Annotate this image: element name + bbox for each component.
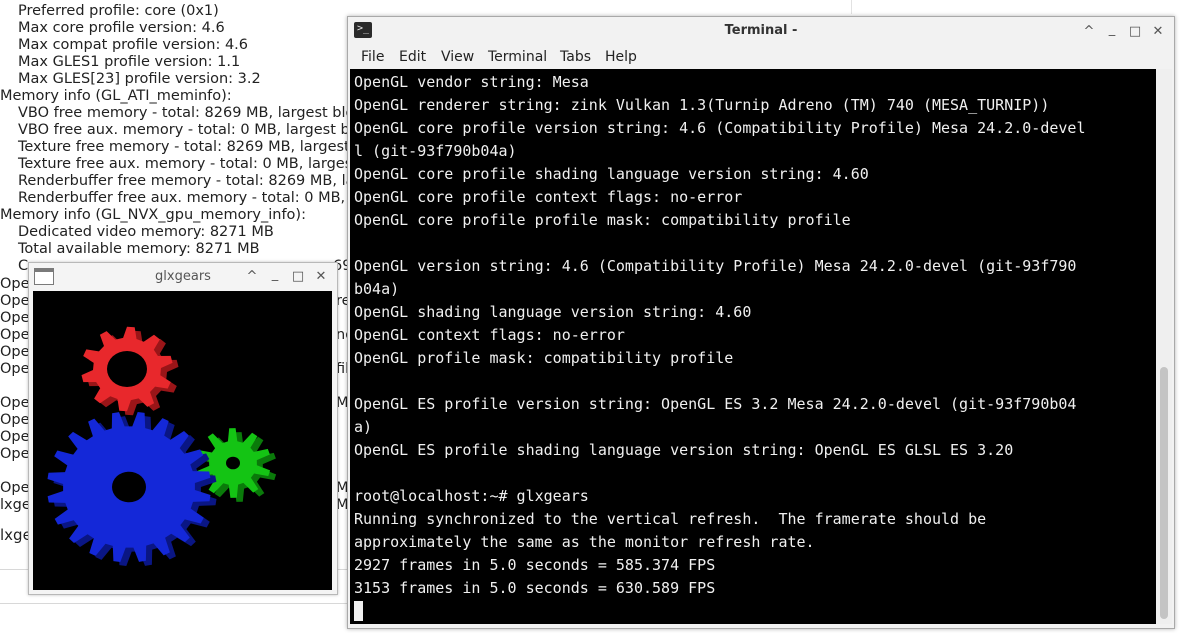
info-fragment: Ope — [0, 310, 30, 326]
info-fragment: Ope — [0, 361, 30, 377]
glxgears-titlebar[interactable]: glxgears ^ _ □ ✕ — [29, 263, 337, 291]
info-fragment: Ope — [0, 446, 30, 462]
terminal-line: l (git-93f790b04a) — [354, 142, 517, 160]
info-line: Renderbuffer free memory - total: 8269 M… — [18, 173, 351, 189]
gear-hole — [107, 351, 147, 387]
info-fragment: Ope — [0, 412, 30, 428]
info-line: Texture free memory - total: 8269 MB, la… — [18, 139, 351, 155]
terminal-line: OpenGL profile mask: compatibility profi… — [354, 349, 734, 367]
close-button[interactable]: ✕ — [1151, 25, 1165, 39]
scrollbar-thumb[interactable] — [1160, 367, 1168, 619]
info-line: VBO free memory - total: 8269 MB, larges… — [18, 105, 351, 121]
green-gear — [195, 428, 277, 502]
terminal-window[interactable]: >_ Terminal - ^ _ □ ✕ File Edit View Ter… — [347, 16, 1175, 629]
info-fragment: Ope — [0, 344, 30, 360]
info-fragment: Ope — [0, 327, 30, 343]
terminal-line: OpenGL core profile profile mask: compat… — [354, 211, 851, 229]
terminal-line: approximately the same as the monitor re… — [354, 533, 815, 551]
info-line: Dedicated video memory: 8271 MB — [18, 224, 274, 240]
terminal-line: 2927 frames in 5.0 seconds = 585.374 FPS — [354, 556, 716, 574]
terminal-line: OpenGL shading language version string: … — [354, 303, 752, 321]
gear-hole — [226, 456, 240, 470]
info-line: Max compat profile version: 4.6 — [18, 37, 249, 53]
info-line: Max GLES[23] profile version: 3.2 — [18, 71, 261, 87]
info-fragment: lxge — [0, 497, 31, 513]
menu-file[interactable]: File — [361, 49, 384, 65]
text-cursor — [354, 601, 363, 621]
info-line: Texture free aux. memory - total: 0 MB, … — [18, 156, 351, 172]
terminal-line: OpenGL core profile version string: 4.6 … — [354, 119, 1086, 137]
menubar: File Edit View Terminal Tabs Help — [348, 45, 1174, 69]
maximize-button[interactable]: □ — [291, 270, 305, 284]
window-title: Terminal - — [724, 23, 798, 38]
terminal-line: OpenGL ES profile shading language versi… — [354, 441, 1014, 459]
terminal-screen[interactable]: OpenGL vendor string: Mesa OpenGL rendere… — [350, 69, 1156, 624]
menu-help[interactable]: Help — [605, 49, 637, 65]
terminal-titlebar[interactable]: >_ Terminal - ^ _ □ ✕ — [348, 17, 1174, 45]
terminal-line: 3153 frames in 5.0 seconds = 630.589 FPS — [354, 579, 716, 597]
info-line: Max core profile version: 4.6 — [18, 20, 225, 36]
info-line: Max GLES1 profile version: 1.1 — [18, 54, 241, 70]
info-fragment: C — [18, 258, 29, 274]
maximize-button[interactable]: □ — [1128, 25, 1142, 39]
blue-gear — [47, 412, 217, 566]
terminal-line: a) — [354, 418, 373, 436]
menu-edit[interactable]: Edit — [399, 49, 426, 65]
terminal-line: OpenGL core profile shading language ver… — [354, 165, 869, 183]
terminal-line: OpenGL context flags: no-error — [354, 326, 625, 344]
gear-hole — [112, 471, 146, 503]
terminal-line: OpenGL core profile context flags: no-er… — [354, 188, 743, 206]
info-fragment: Ope — [0, 480, 30, 496]
gears-canvas — [33, 291, 332, 590]
info-fragment: Ope — [0, 395, 30, 411]
menu-terminal[interactable]: Terminal — [488, 49, 547, 65]
top-divider — [851, 0, 852, 14]
divider — [0, 603, 351, 604]
terminal-line: root@localhost:~# glxgears — [354, 487, 589, 505]
info-line: VBO free aux. memory - total: 0 MB, larg… — [18, 122, 351, 138]
info-line: Preferred profile: core (0x1) — [18, 3, 219, 19]
info-fragment: Ope — [0, 429, 30, 445]
shade-button[interactable]: ^ — [245, 270, 259, 284]
terminal-line: OpenGL vendor string: Mesa — [354, 73, 589, 91]
red-gear — [81, 326, 179, 416]
terminal-line: Running synchronized to the vertical ref… — [354, 510, 987, 528]
shade-button[interactable]: ^ — [1082, 25, 1096, 39]
info-line: Memory info (GL_ATI_meminfo): — [0, 88, 232, 104]
terminal-line: OpenGL ES profile version string: OpenGL… — [354, 395, 1077, 413]
info-fragment: Ope — [0, 276, 30, 292]
close-button[interactable]: ✕ — [314, 270, 328, 284]
terminal-line: b04a) — [354, 280, 400, 298]
info-line: Renderbuffer free aux. memory - total: 0… — [18, 190, 351, 206]
gears-graphic — [47, 326, 277, 566]
minimize-button[interactable]: _ — [1105, 23, 1119, 37]
minimize-button[interactable]: _ — [268, 268, 282, 282]
menu-tabs[interactable]: Tabs — [560, 49, 591, 65]
info-line: Total available memory: 8271 MB — [18, 241, 260, 257]
menu-view[interactable]: View — [441, 49, 474, 65]
terminal-line: OpenGL renderer string: zink Vulkan 1.3(… — [354, 96, 1050, 114]
info-fragment: Ope — [0, 293, 30, 309]
terminal-line: OpenGL version string: 4.6 (Compatibilit… — [354, 257, 1077, 275]
glxgears-window[interactable]: glxgears ^ _ □ ✕ — [28, 262, 338, 595]
scrollbar[interactable] — [1156, 69, 1172, 624]
info-line: Memory info (GL_NVX_gpu_memory_info): — [0, 207, 306, 223]
